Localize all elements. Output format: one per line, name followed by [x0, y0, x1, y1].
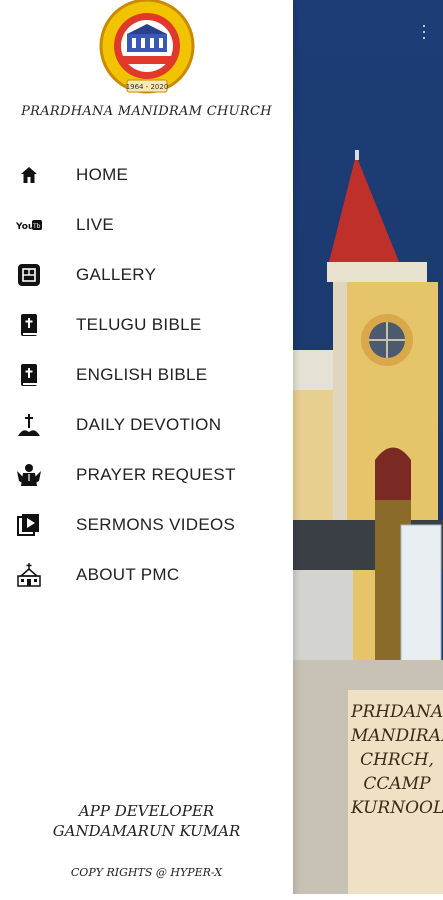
church-logo: 1964 - 2020 — [99, 0, 195, 94]
developer-title: APP DEVELOPER — [78, 802, 215, 820]
svg-text:Tb: Tb — [32, 223, 41, 230]
bible-icon — [16, 313, 42, 337]
sign-line: CCAMP — [363, 774, 431, 794]
menu-item-telugu-bible[interactable]: TELUGU BIBLE — [0, 300, 293, 350]
menu-item-label: TELUGU BIBLE — [76, 315, 202, 334]
gallery-icon — [16, 263, 42, 287]
menu-item-label: ENGLISH BIBLE — [76, 365, 208, 384]
menu-item-label: ABOUT PMC — [76, 565, 180, 584]
bottom-edge — [0, 894, 443, 900]
menu-item-label: SERMONS VIDEOS — [76, 515, 236, 534]
drawer-menu: HOME You Tb LIVE GALLERY TELUGU BIBLE EN… — [0, 150, 293, 600]
sign-line: MANDIRAM — [351, 726, 443, 746]
developer-credit: APP DEVELOPER GANDAMARUN KUMAR — [0, 801, 293, 841]
menu-item-label: GALLERY — [76, 265, 157, 284]
cross-icon — [16, 413, 42, 437]
sign-line: CHRCH, — [360, 750, 434, 770]
menu-item-about-pmc[interactable]: ABOUT PMC — [0, 550, 293, 600]
youtube-icon: You Tb — [16, 213, 42, 237]
developer-name: GANDAMARUN KUMAR — [52, 822, 241, 840]
home-icon — [16, 163, 42, 187]
overflow-menu-icon[interactable]: · · · — [421, 16, 427, 46]
menu-item-label: HOME — [76, 165, 129, 184]
sign-line: KURNOOL. — [351, 798, 443, 818]
menu-item-label: DAILY DEVOTION — [76, 415, 222, 434]
church-icon — [16, 563, 42, 587]
bible-icon — [16, 363, 42, 387]
svg-text:You: You — [16, 222, 34, 232]
menu-item-daily-devotion[interactable]: DAILY DEVOTION — [0, 400, 293, 450]
menu-item-prayer-request[interactable]: PRAYER REQUEST — [0, 450, 293, 500]
menu-item-english-bible[interactable]: ENGLISH BIBLE — [0, 350, 293, 400]
svg-text:1964 - 2020: 1964 - 2020 — [126, 83, 169, 91]
menu-item-home[interactable]: HOME — [0, 150, 293, 200]
navigation-drawer: 1964 - 2020 PRARDHANA MANIDRAM CHURCH HO… — [0, 0, 293, 900]
video-icon — [16, 513, 42, 537]
copyright-text: COPY RIGHTS @ HYPER-X — [70, 866, 223, 879]
church-name: PRARDHANA MANIDRAM CHURCH — [21, 104, 272, 119]
menu-item-gallery[interactable]: GALLERY — [0, 250, 293, 300]
menu-item-label: PRAYER REQUEST — [76, 465, 236, 484]
praying-icon — [16, 463, 42, 487]
menu-item-label: LIVE — [76, 215, 115, 234]
menu-item-live[interactable]: You Tb LIVE — [0, 200, 293, 250]
church-sign: PRHDANA MANDIRAM CHRCH, CCAMP KURNOOL. — [351, 700, 443, 894]
background-screen: ··· PRHDANA MANDIRAM CHRCH, CCAMP KURNOO… — [293, 0, 443, 894]
menu-item-sermons-videos[interactable]: SERMONS VIDEOS — [0, 500, 293, 550]
sign-line: PRHDANA — [351, 702, 443, 722]
